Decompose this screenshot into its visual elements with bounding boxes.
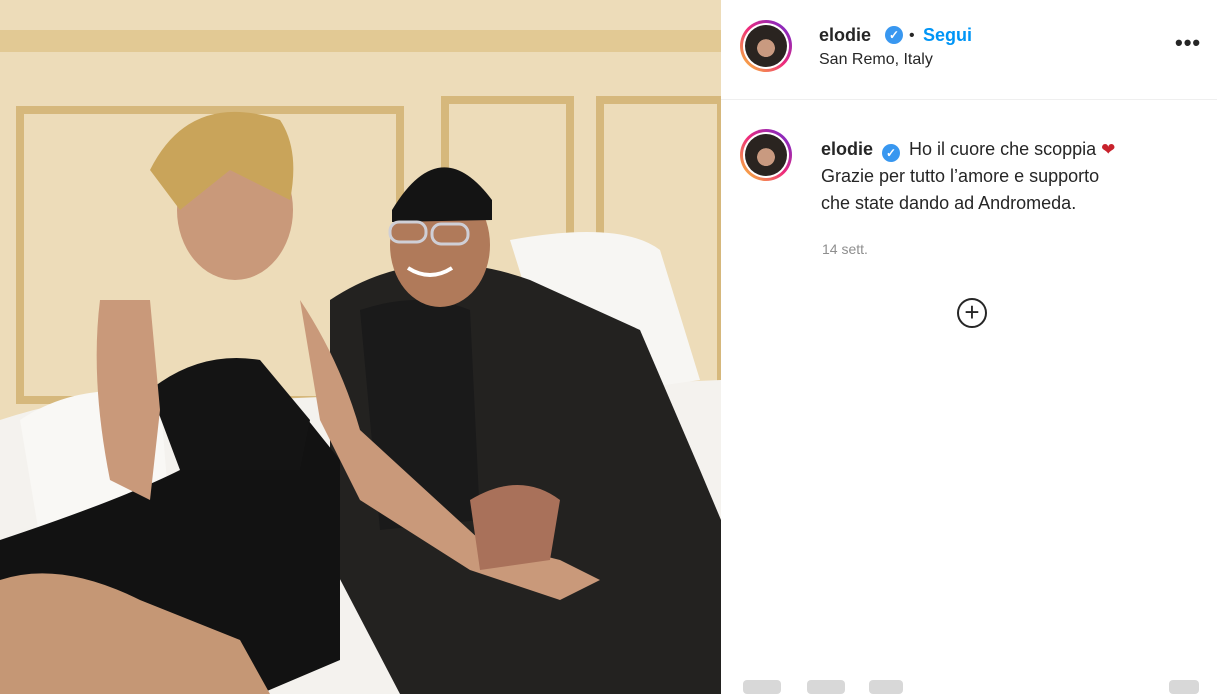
verified-badge-icon: ✓ xyxy=(885,26,903,44)
share-icon[interactable] xyxy=(869,680,903,694)
post-caption: elodie ✓ Ho il cuore che scoppia ❤ Grazi… xyxy=(821,136,1181,217)
photo-image xyxy=(0,0,721,694)
separator-dot: • xyxy=(909,27,915,44)
caption-verified-icon: ✓ xyxy=(882,144,901,162)
plus-circle-icon[interactable]: + xyxy=(957,298,987,328)
post-photo[interactable] xyxy=(0,0,721,694)
caption-line-1: Ho il cuore che scoppia xyxy=(909,139,1097,159)
follow-button[interactable]: Segui xyxy=(923,25,972,46)
header-username[interactable]: elodie xyxy=(819,25,871,46)
heart-emoji-icon: ❤ xyxy=(1101,140,1116,159)
user-avatar[interactable] xyxy=(740,20,792,72)
location-link[interactable]: San Remo, Italy xyxy=(819,51,933,69)
post-timestamp[interactable]: 14 sett. xyxy=(822,241,868,257)
comment-icon[interactable] xyxy=(807,680,845,694)
more-options-icon[interactable]: ••• xyxy=(1175,30,1201,56)
caption-username[interactable]: elodie xyxy=(821,139,873,159)
post-header: elodie ✓ • Segui San Remo, Italy ••• xyxy=(721,0,1217,100)
caption-avatar[interactable] xyxy=(740,129,792,181)
caption-line-3: che state dando ad Andromeda. xyxy=(821,193,1077,213)
post-sidebar: elodie ✓ • Segui San Remo, Italy ••• elo… xyxy=(721,0,1217,694)
like-icon[interactable] xyxy=(743,680,781,694)
caption-line-2: Grazie per tutto l’amore e supporto xyxy=(821,166,1100,186)
save-icon[interactable] xyxy=(1169,680,1199,694)
